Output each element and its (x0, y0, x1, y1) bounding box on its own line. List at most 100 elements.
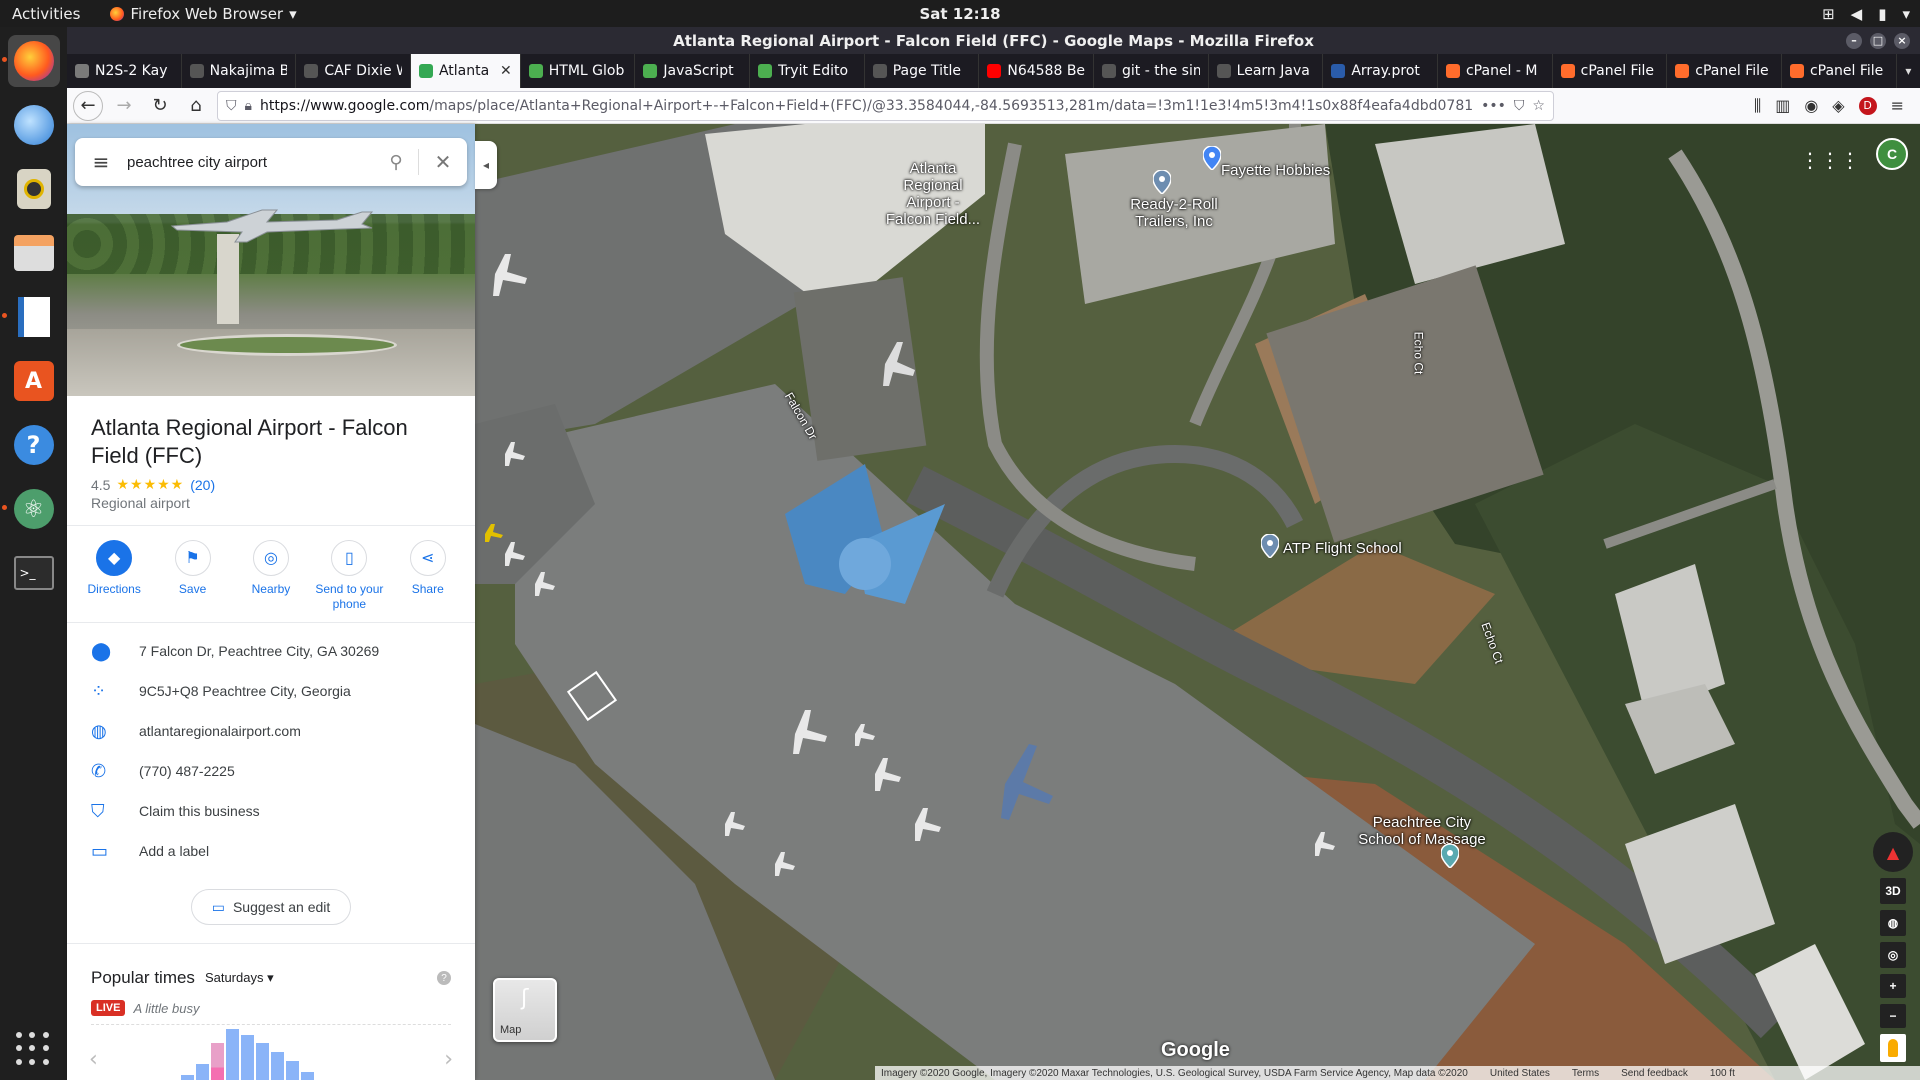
browser-tab[interactable]: JavaScript (635, 54, 751, 88)
profile-badge[interactable]: D (1858, 96, 1877, 115)
3d-toggle-button[interactable]: 3D (1880, 878, 1906, 904)
popular-times-bar[interactable] (256, 1043, 269, 1080)
place-pin-icon[interactable] (1153, 170, 1171, 194)
tracking-shield-icon[interactable]: ⛉ (226, 98, 237, 114)
browser-tab[interactable]: git - the simpl (1094, 54, 1209, 88)
account-icon[interactable]: ◉ (1804, 96, 1818, 115)
dock-writer[interactable] (1, 291, 60, 343)
chevron-right-icon[interactable]: › (444, 1047, 453, 1072)
day-selector[interactable]: Saturdays ▾ (205, 970, 274, 986)
directions-button[interactable]: ◆ Directions (78, 540, 150, 612)
url-bar[interactable]: ⛉ 🔒︎ https://www.google.com/maps/place/A… (217, 90, 1554, 121)
zoom-in-button[interactable]: + (1880, 974, 1906, 998)
browser-tab[interactable]: Array.prot (1323, 54, 1438, 88)
lock-icon[interactable]: 🔒︎ (245, 98, 252, 114)
nearby-button[interactable]: ◎ Nearby (235, 540, 307, 612)
account-avatar[interactable]: C (1876, 138, 1908, 170)
back-button[interactable]: ← (73, 90, 103, 121)
review-count[interactable]: (20) (190, 477, 215, 493)
dock-firefox[interactable] (1, 35, 60, 87)
atp-flight-school-label[interactable]: ATP Flight School (1283, 540, 1402, 557)
pegman-icon[interactable] (1880, 1034, 1906, 1062)
popular-times-bar[interactable] (271, 1052, 284, 1080)
browser-tab[interactable]: cPanel File (1782, 54, 1897, 88)
browser-tab[interactable]: N64588 Be (979, 54, 1095, 88)
collapse-panel-button[interactable]: ◂ (475, 141, 497, 189)
popular-times-bar[interactable] (181, 1075, 194, 1080)
minimize-icon[interactable]: – (1846, 32, 1862, 49)
browser-tab[interactable]: cPanel File (1667, 54, 1782, 88)
browser-tab[interactable]: cPanel File (1553, 54, 1668, 88)
reload-button[interactable]: ↻ (145, 91, 175, 121)
browser-tab[interactable]: Tryit Edito (750, 54, 865, 88)
detail-row[interactable]: ⁘ 9C5J+Q8 Peachtree City, Georgia (67, 671, 475, 711)
system-tray[interactable]: ⊞ ◀ ▮ ▾ (1822, 5, 1910, 23)
url-text[interactable]: https://www.google.com/maps/place/Atlant… (260, 98, 1473, 114)
place-pin-icon[interactable] (1203, 146, 1221, 170)
popular-times-bar[interactable] (241, 1035, 254, 1080)
browser-tab[interactable]: CAF Dixie Wi (296, 54, 411, 88)
browser-tab[interactable]: Nakajima B5N (182, 54, 297, 88)
airport-label[interactable]: Atlanta Regional Airport - Falcon Field.… (883, 160, 983, 228)
detail-row[interactable]: ⛉ Claim this business (67, 791, 475, 831)
dock-atom[interactable]: ⚛ (1, 483, 60, 535)
popular-times-bar[interactable] (286, 1061, 299, 1080)
detail-row[interactable]: ⬤ 7 Falcon Dr, Peachtree City, GA 30269 (67, 631, 475, 671)
app-menu[interactable]: Firefox Web Browser ▾ (92, 5, 297, 23)
popular-times-bar[interactable] (226, 1029, 239, 1080)
popular-times-bar[interactable] (211, 1043, 224, 1080)
show-applications-icon[interactable] (16, 1032, 50, 1066)
dock-thunderbird[interactable] (8, 99, 60, 151)
menu-icon[interactable]: ≡ (1891, 96, 1904, 115)
dock-files[interactable] (8, 227, 60, 279)
map-layer-toggle[interactable]: ʃ Map (493, 978, 557, 1042)
library-icon[interactable]: ⫼ (1754, 96, 1761, 116)
dock-software[interactable]: A (8, 355, 60, 407)
place-pin-icon[interactable] (1261, 534, 1279, 558)
browser-tab[interactable]: Atlanta ✕ (410, 54, 521, 88)
browser-tab[interactable]: HTML Glob (521, 54, 636, 88)
browser-tab[interactable]: Learn Java (1209, 54, 1324, 88)
clock[interactable]: Sat 12:18 (919, 5, 1000, 23)
dock-rhythmbox[interactable] (8, 163, 60, 215)
terms-link[interactable]: Terms (1572, 1068, 1599, 1079)
place-category[interactable]: Regional airport (67, 493, 475, 511)
fayette-hobbies-label[interactable]: Fayette Hobbies (1221, 162, 1330, 179)
help-icon[interactable]: ? (437, 971, 451, 985)
place-pin-icon[interactable] (1441, 844, 1459, 868)
my-location-icon[interactable]: ◎ (1880, 942, 1906, 968)
forward-button[interactable]: → (109, 91, 139, 121)
satellite-map[interactable]: Atlanta Regional Airport - Falcon Field.… (475, 124, 1920, 1080)
ready-2-roll-label[interactable]: Ready-2-Roll Trailers, Inc (1129, 196, 1219, 230)
zoom-out-button[interactable]: − (1880, 1004, 1906, 1028)
browser-tab[interactable]: Page Title (865, 54, 980, 88)
google-apps-icon[interactable]: ⋮⋮⋮ (1800, 148, 1860, 172)
extension-icon[interactable]: ◈ (1832, 96, 1844, 115)
country-link[interactable]: United States (1490, 1068, 1550, 1079)
close-window-icon[interactable]: × (1894, 32, 1910, 49)
list-all-tabs-icon[interactable]: ▾ (1897, 54, 1920, 88)
popular-times-bar[interactable] (196, 1064, 209, 1080)
maximize-icon[interactable]: □ (1870, 32, 1886, 49)
compass-icon[interactable]: ▲ (1873, 832, 1913, 872)
search-input[interactable] (127, 153, 374, 171)
detail-row[interactable]: ✆ (770) 487-2225 (67, 751, 475, 791)
search-icon[interactable]: ⚲ (374, 152, 418, 173)
sidebar-icon[interactable]: ▥ (1775, 96, 1790, 115)
globe-icon[interactable]: ◍ (1880, 910, 1906, 936)
send-to-phone-button[interactable]: ▯ Send to your phone (313, 540, 385, 612)
send-feedback-link[interactable]: Send feedback (1621, 1068, 1688, 1079)
scale-bar[interactable]: 100 ft (1710, 1068, 1735, 1079)
browser-tab[interactable]: N2S-2 Kay (67, 54, 182, 88)
detail-row[interactable]: ▭ Add a label (67, 831, 475, 871)
browser-tab[interactable]: cPanel - M (1438, 54, 1553, 88)
pocket-icon[interactable]: ⛉ (1514, 98, 1525, 114)
share-button[interactable]: ⋖ Share (392, 540, 464, 612)
popular-times-bar[interactable] (301, 1072, 314, 1080)
close-tab-icon[interactable]: ✕ (500, 63, 512, 79)
bookmark-star-icon[interactable]: ☆ (1532, 98, 1545, 114)
dock-help[interactable]: ? (8, 419, 60, 471)
page-actions-icon[interactable]: ••• (1481, 98, 1506, 114)
chevron-left-icon[interactable]: ‹ (89, 1047, 98, 1072)
school-of-massage-label[interactable]: Peachtree City School of Massage (1357, 814, 1487, 848)
